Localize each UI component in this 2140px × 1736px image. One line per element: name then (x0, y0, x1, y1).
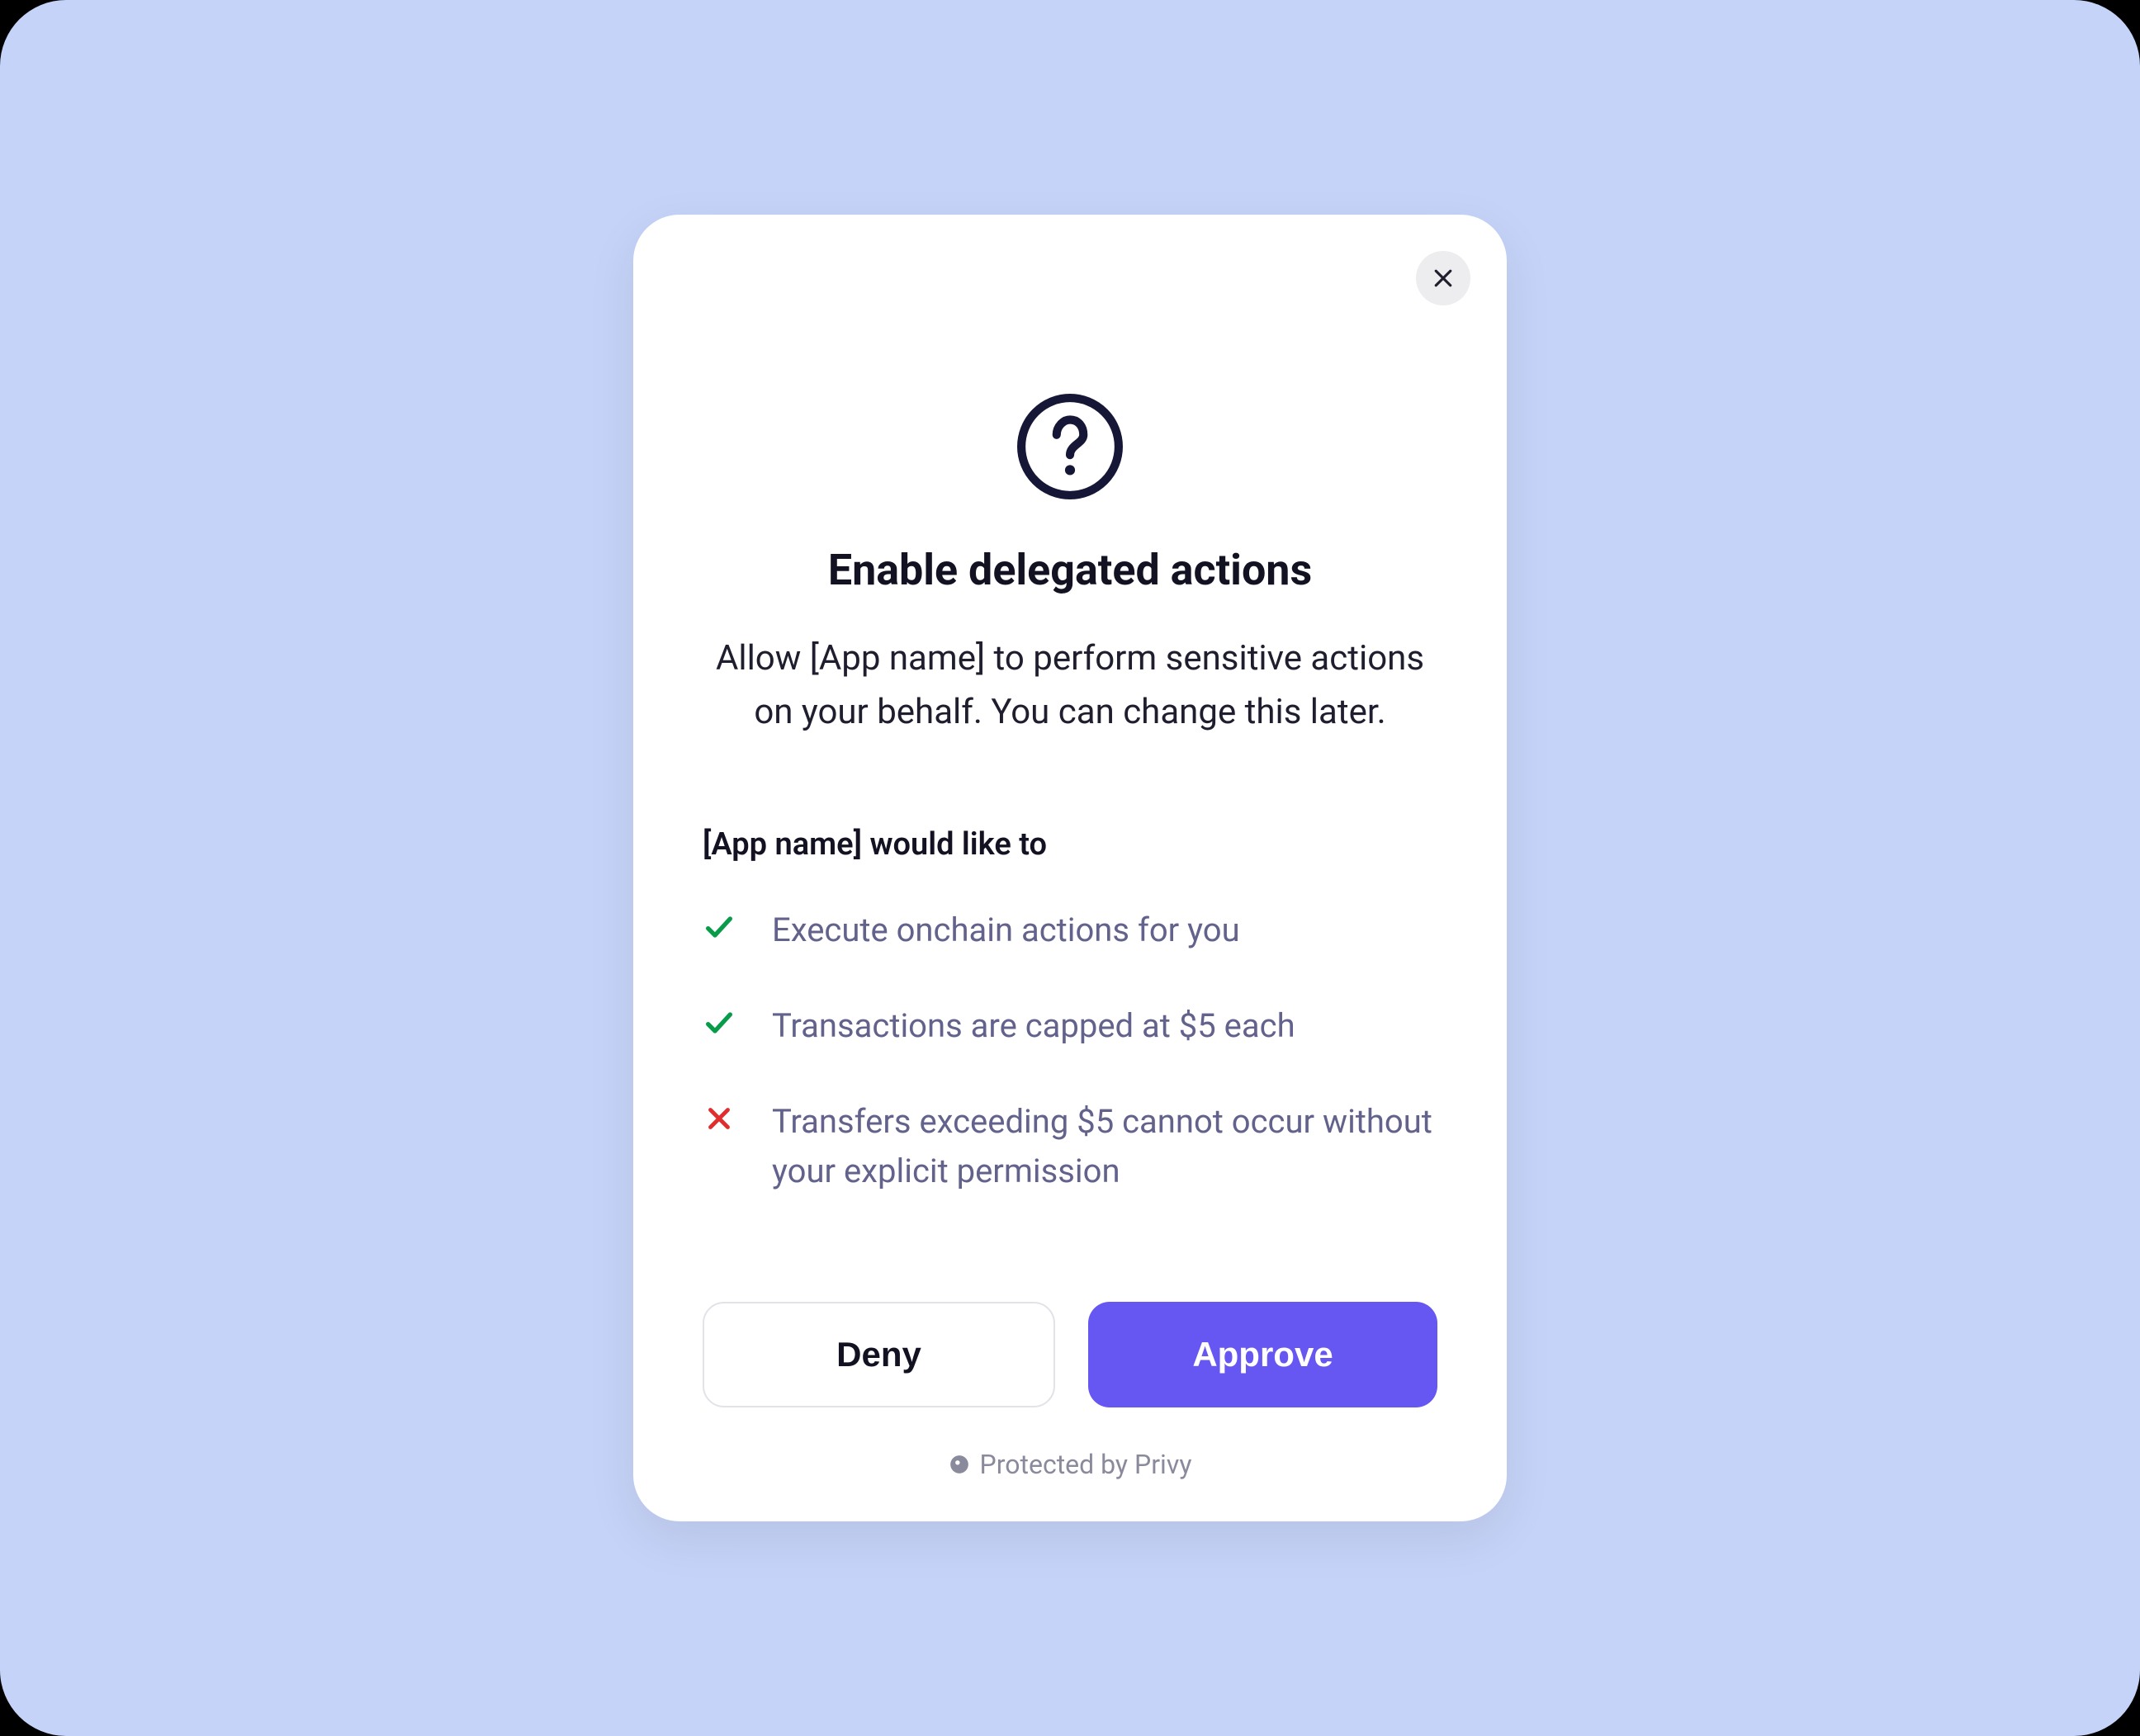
deny-button[interactable]: Deny (703, 1302, 1055, 1407)
permission-text: Transactions are capped at $5 each (772, 1001, 1295, 1051)
cross-icon (703, 1102, 736, 1135)
permission-item: Execute onchain actions for you (703, 906, 1437, 955)
approve-button[interactable]: Approve (1088, 1302, 1437, 1407)
footer-text: Protected by Privy (980, 1449, 1192, 1480)
modal-title: Enable delegated actions (828, 545, 1312, 595)
shield-icon (949, 1454, 970, 1475)
permission-item: Transactions are capped at $5 each (703, 1001, 1437, 1051)
question-icon (1016, 393, 1124, 500)
permission-text: Execute onchain actions for you (772, 906, 1240, 955)
page-background: Enable delegated actions Allow [App name… (0, 0, 2140, 1736)
permissions-section: [App name] would like to Execute onchain… (675, 826, 1465, 1196)
close-button[interactable] (1416, 251, 1470, 305)
button-row: Deny Approve (675, 1302, 1465, 1407)
close-icon (1431, 266, 1456, 291)
permission-modal: Enable delegated actions Allow [App name… (633, 215, 1507, 1521)
check-icon (703, 1006, 736, 1039)
modal-description: Allow [App name] to perform sensitive ac… (711, 631, 1429, 739)
permission-text: Transfers exceeding $5 cannot occur with… (772, 1097, 1437, 1196)
check-icon (703, 911, 736, 944)
permissions-title: [App name] would like to (703, 826, 1437, 863)
permission-item: Transfers exceeding $5 cannot occur with… (703, 1097, 1437, 1196)
modal-footer: Protected by Privy (949, 1449, 1192, 1480)
